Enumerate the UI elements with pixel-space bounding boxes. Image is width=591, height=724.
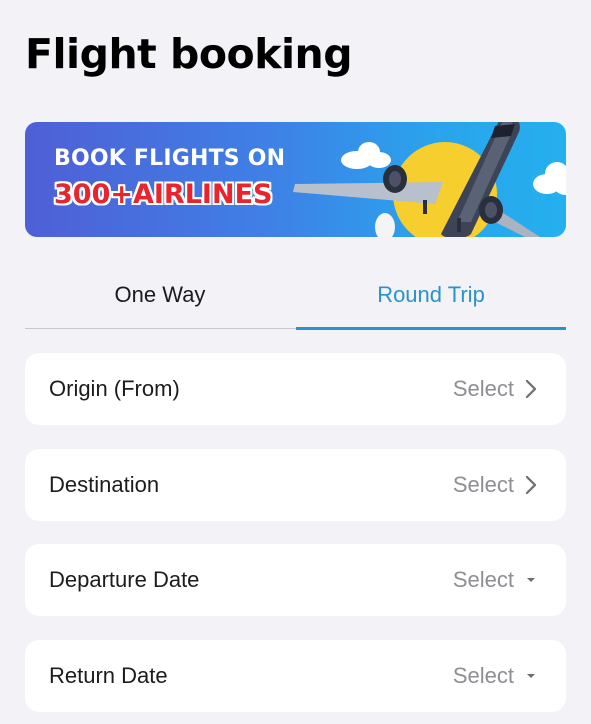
return-date-label: Return Date: [49, 663, 168, 688]
departure-date-field[interactable]: Departure Date Select: [25, 544, 566, 616]
promo-banner[interactable]: BOOK FLIGHTS ON 300+AIRLINES: [25, 122, 566, 237]
destination-field[interactable]: Destination Select: [25, 449, 566, 521]
origin-field[interactable]: Origin (From) Select: [25, 353, 566, 425]
page-title: Flight booking: [25, 30, 353, 78]
tab-round-trip[interactable]: Round Trip: [296, 262, 566, 328]
origin-label: Origin (From): [49, 376, 180, 401]
banner-airlines-count: 300+AIRLINES: [54, 179, 273, 210]
destination-value: Select: [452, 472, 514, 497]
departure-date-label: Departure Date: [49, 567, 200, 592]
origin-value: Select: [452, 376, 514, 401]
departure-date-value: Select: [452, 567, 514, 592]
return-date-value: Select: [452, 663, 514, 688]
banner-headline: BOOK FLIGHTS ON: [54, 146, 286, 171]
chevron-right-icon: [525, 379, 537, 399]
trip-type-tabs: One Way Round Trip: [25, 262, 566, 330]
caret-down-icon: [527, 578, 535, 582]
destination-label: Destination: [49, 472, 160, 497]
caret-down-icon: [527, 674, 535, 678]
chevron-right-icon: [525, 475, 537, 495]
tab-one-way[interactable]: One Way: [25, 262, 295, 328]
active-tab-indicator: [296, 327, 566, 330]
return-date-field[interactable]: Return Date Select: [25, 640, 566, 712]
